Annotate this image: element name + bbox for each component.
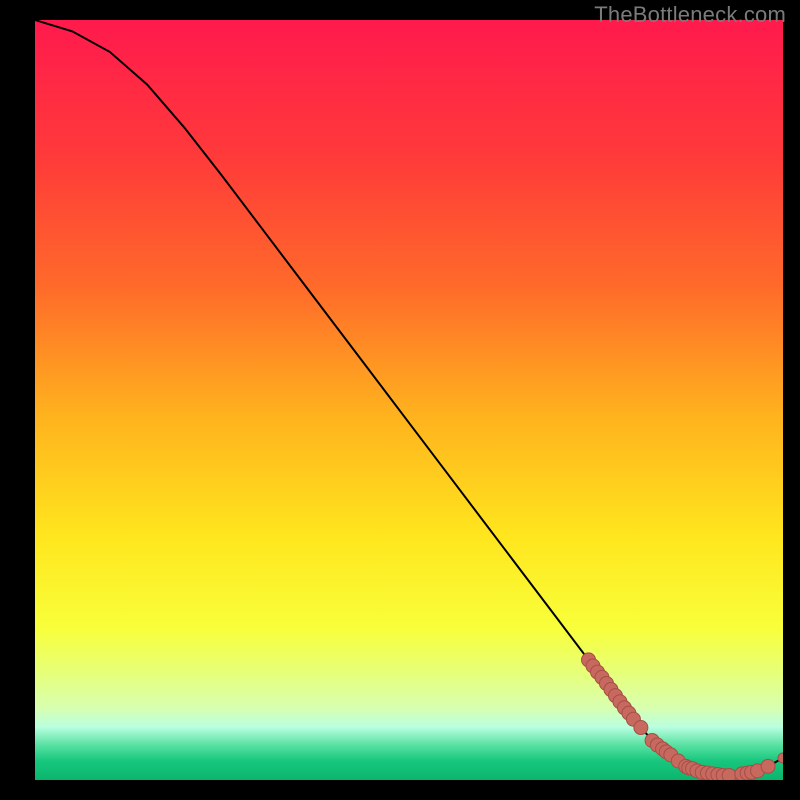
chart-marker bbox=[761, 759, 775, 773]
chart-frame: TheBottleneck.com bbox=[0, 0, 800, 800]
watermark-text: TheBottleneck.com bbox=[594, 2, 786, 28]
gradient-background bbox=[35, 20, 783, 780]
chart-marker bbox=[634, 721, 648, 735]
chart-marker bbox=[722, 768, 736, 780]
chart-svg bbox=[35, 20, 783, 780]
chart-plot-area bbox=[35, 20, 783, 780]
